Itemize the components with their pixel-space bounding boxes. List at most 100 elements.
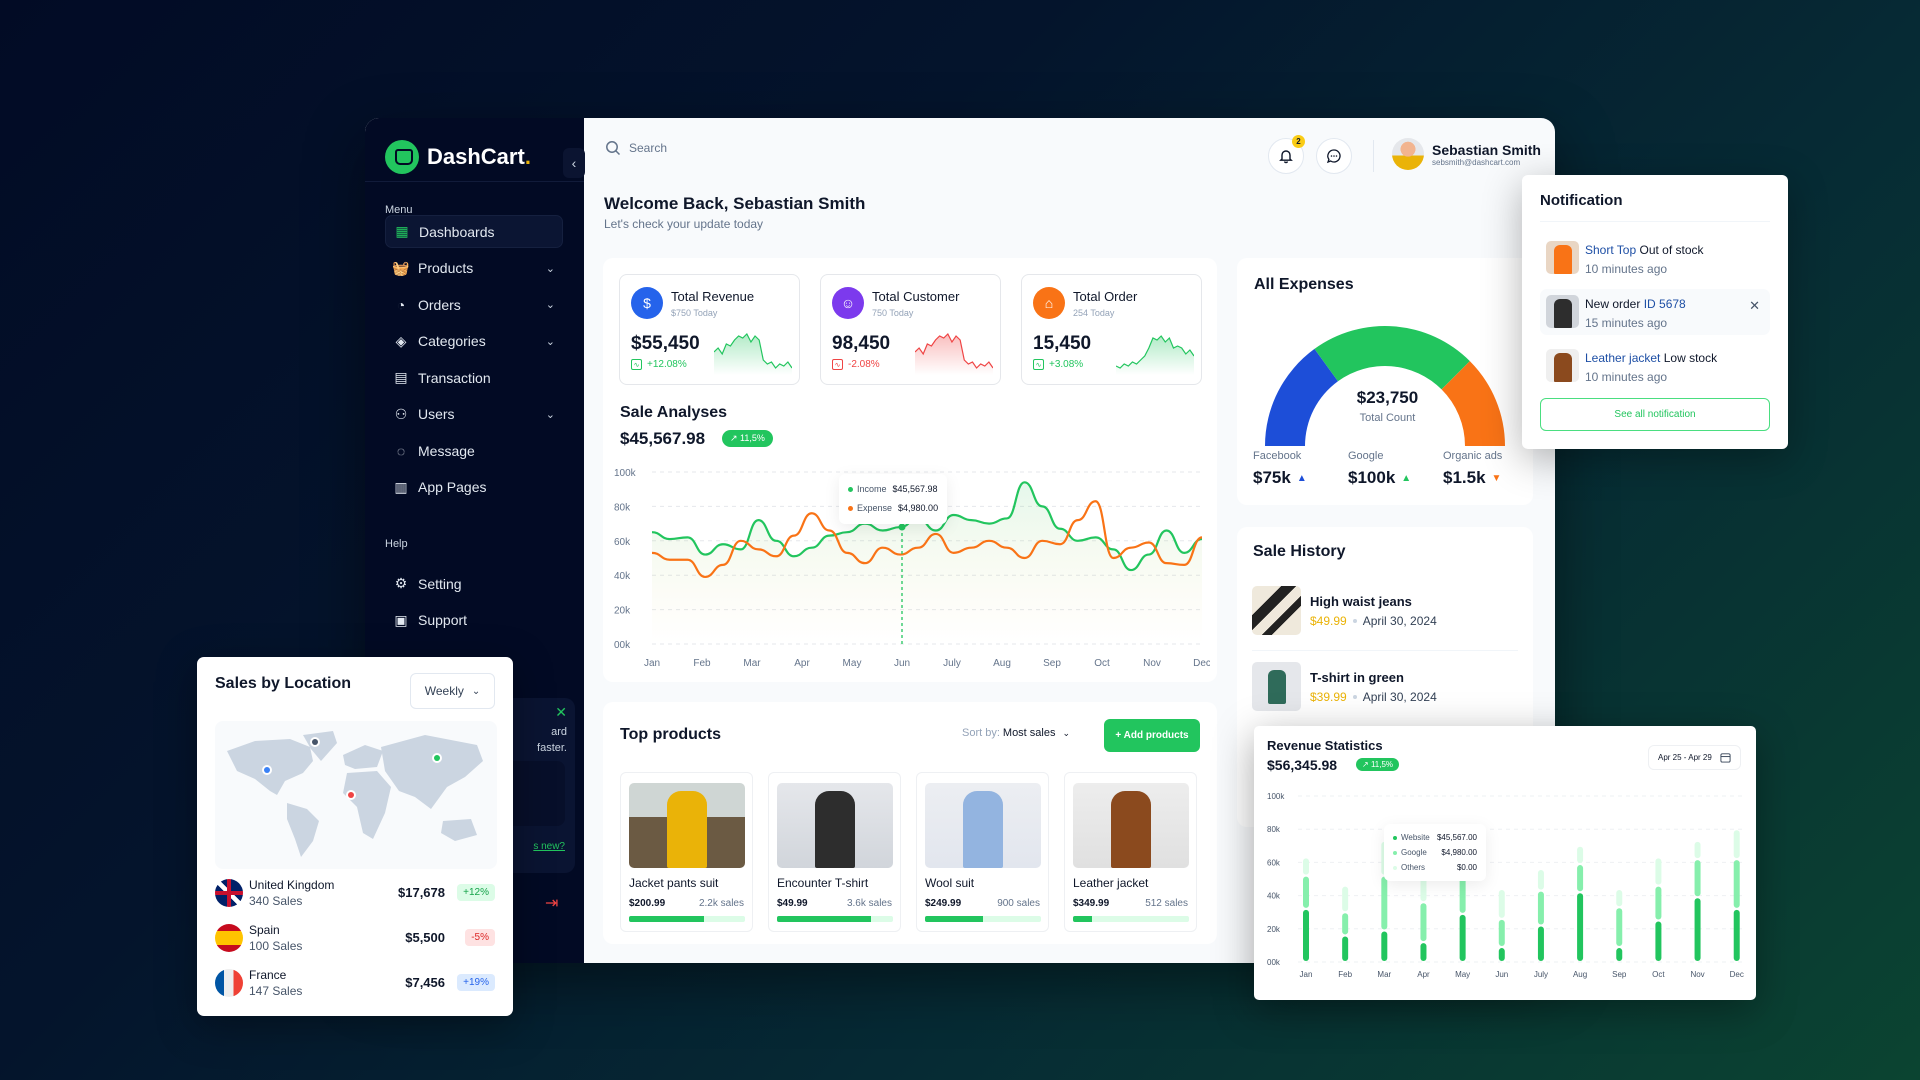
sidebar-item-transaction[interactable]: ▤ Transaction (385, 361, 563, 394)
revenue-date-picker[interactable]: Apr 25 - Apr 29 (1648, 745, 1741, 770)
x-tick-label: Sep (1043, 658, 1061, 669)
bar-google-sep (1616, 908, 1623, 947)
page-title: Welcome Back, Sebastian Smith (604, 194, 866, 213)
x-tick-label: Aug (993, 658, 1011, 669)
sidebar-item-users[interactable]: ⚇ Users ⌄ (385, 398, 563, 431)
search-input[interactable]: Search (629, 141, 667, 155)
x-tick-label: May (1455, 970, 1470, 979)
sidebar-item-message[interactable]: ◌ Message (385, 434, 563, 467)
x-tick-label: Oct (1652, 970, 1665, 979)
user-name: Sebastian Smith (1432, 141, 1541, 158)
location-change-badge: +12% (457, 884, 495, 901)
sidebar-item-app-pages[interactable]: ▥ App Pages (385, 471, 563, 504)
x-tick-label: Apr (794, 658, 810, 669)
stat-card-total-order[interactable]: ⌂ Total Order 254 Today 15,450 ∿ +3.08% (1021, 274, 1202, 385)
user-profile[interactable]: Sebastian Smith sebsmith@dashcart.com (1392, 138, 1541, 170)
product-card[interactable]: Jacket pants suit $200.99 2.2k sales (620, 772, 753, 932)
stat-value: $55,450 (631, 333, 700, 354)
notification-link[interactable]: Short Top (1585, 243, 1636, 257)
location-country: United Kingdom (249, 878, 335, 892)
sidebar-item-support[interactable]: ▣ Support (385, 604, 563, 637)
stat-card-total-revenue[interactable]: $ Total Revenue $750 Today $55,450 ∿ +12.08% (619, 274, 800, 385)
tooltip-value: $4,980.00 (1441, 848, 1477, 857)
change-value: 11,5% (740, 433, 765, 443)
stat-card-total-customer[interactable]: ☺ Total Customer 750 Today 98,450 ∿ -2.08% (820, 274, 1001, 385)
see-all-notifications-button[interactable]: See all notification (1540, 398, 1770, 431)
sidebar-item-dashboards[interactable]: ▦ Dashboards (385, 215, 563, 248)
product-card[interactable]: Wool suit $249.99 900 sales (916, 772, 1049, 932)
product-image (777, 783, 893, 868)
expense-source-value: $100k (1348, 468, 1396, 487)
product-name: Wool suit (925, 876, 975, 890)
sidebar-item-orders[interactable]: ◔ Orders ⌄ (385, 288, 563, 321)
sidebar-item-label: Transaction (418, 369, 491, 386)
support-icon: ▣ (394, 611, 408, 628)
stat-title: Total Customer (872, 289, 960, 304)
product-card[interactable]: Leather jacket $349.99 512 sales (1064, 772, 1197, 932)
product-sales: 2.2k sales (698, 898, 744, 909)
sort-dropdown[interactable]: Sort by: Most sales ⌄ (962, 727, 1070, 739)
basket-icon: 🧺 (392, 259, 410, 276)
sale-history-item[interactable]: High waist jeans $49.99 April 30, 2024 (1252, 586, 1518, 651)
bar-google-aug (1577, 865, 1584, 892)
sale-analyses-title: Sale Analyses (620, 404, 728, 421)
y-tick-label: 40k (614, 571, 631, 582)
logout-icon[interactable]: ⇥ (545, 893, 558, 913)
close-icon[interactable]: ✕ (555, 704, 567, 721)
sidebar-item-label: Message (418, 442, 475, 459)
sidebar-item-products[interactable]: 🧺 Products ⌄ (385, 252, 563, 285)
bar-website-july (1537, 926, 1544, 961)
sales-location-title: Sales by Location (215, 675, 352, 692)
triangle-up-icon: ▲ (1296, 472, 1307, 484)
sidebar-item-categories[interactable]: ◈ Categories ⌄ (385, 325, 563, 358)
x-tick-label: July (1534, 970, 1548, 979)
sidebar-item-setting[interactable]: ⚙ Setting (385, 567, 563, 600)
stat-value: 98,450 (832, 333, 891, 354)
revenue-value: $56,345.98 (1267, 757, 1338, 773)
collapse-sidebar-button[interactable]: ‹ (563, 148, 585, 178)
location-value: $7,456 (405, 975, 445, 990)
revenue-statistics-card: Revenue Statistics $56,345.98 ↗ 11,5% Ap… (1254, 726, 1756, 1000)
product-name: Leather jacket (1073, 876, 1149, 890)
product-sales-progress (777, 916, 893, 922)
logo[interactable]: DashCart. (385, 140, 531, 174)
legend-dot (1393, 850, 1397, 855)
triangle-down-icon: ▼ (1491, 472, 1502, 484)
x-tick-label: Aug (1573, 970, 1587, 979)
notification-link[interactable]: Leather jacket (1585, 351, 1660, 365)
close-icon[interactable]: ✕ (1749, 298, 1760, 314)
chat-bubble-icon (1326, 149, 1341, 164)
tooltip-row: Website $45,567.00 (1393, 830, 1477, 845)
notification-link[interactable]: ID 5678 (1644, 297, 1686, 311)
progress-fill (629, 916, 705, 922)
search-bar[interactable]: Search (605, 140, 667, 156)
period-dropdown[interactable]: Weekly ⌄ (410, 673, 495, 709)
location-value: $5,500 (405, 930, 445, 945)
bar-google-dec (1733, 860, 1740, 908)
notifications-button[interactable]: 2 (1268, 135, 1305, 174)
topbar-separator (1373, 140, 1374, 172)
tooltip-income-value: $45,567.98 (892, 484, 938, 494)
notification-item[interactable]: New order ID 5678 15 minutes ago ✕ (1540, 289, 1770, 335)
separator-dot (1352, 619, 1357, 623)
sale-history-item[interactable]: T-shirt in green $39.99 April 30, 2024 (1252, 662, 1518, 714)
whats-new-link[interactable]: s new? (533, 841, 565, 852)
product-price: $200.99 (629, 898, 666, 909)
location-sales: 100 Sales (249, 939, 303, 953)
add-products-button[interactable]: + Add products (1104, 719, 1200, 752)
layout-icon: ▥ (394, 478, 408, 495)
tooltip-expense-label: Expense (857, 503, 893, 513)
notification-title: Notification (1540, 192, 1623, 209)
notification-thumbnail (1546, 241, 1579, 274)
messages-button[interactable] (1316, 138, 1352, 174)
stat-today: 254 Today (1073, 308, 1115, 318)
bar-google-july (1537, 891, 1544, 925)
grid-icon: ▦ (395, 223, 409, 239)
trend-chart-icon: ∿ (832, 359, 843, 370)
notification-item[interactable]: Leather jacket Low stock 10 minutes ago (1540, 343, 1770, 389)
tooltip-label: Website (1401, 833, 1430, 842)
notification-item[interactable]: Short Top Out of stock 10 minutes ago (1540, 235, 1770, 281)
product-card[interactable]: Encounter T-shirt $49.99 3.6k sales (768, 772, 901, 932)
notification-panel: Notification See all notification Short … (1522, 175, 1788, 449)
product-figure (1111, 791, 1151, 868)
